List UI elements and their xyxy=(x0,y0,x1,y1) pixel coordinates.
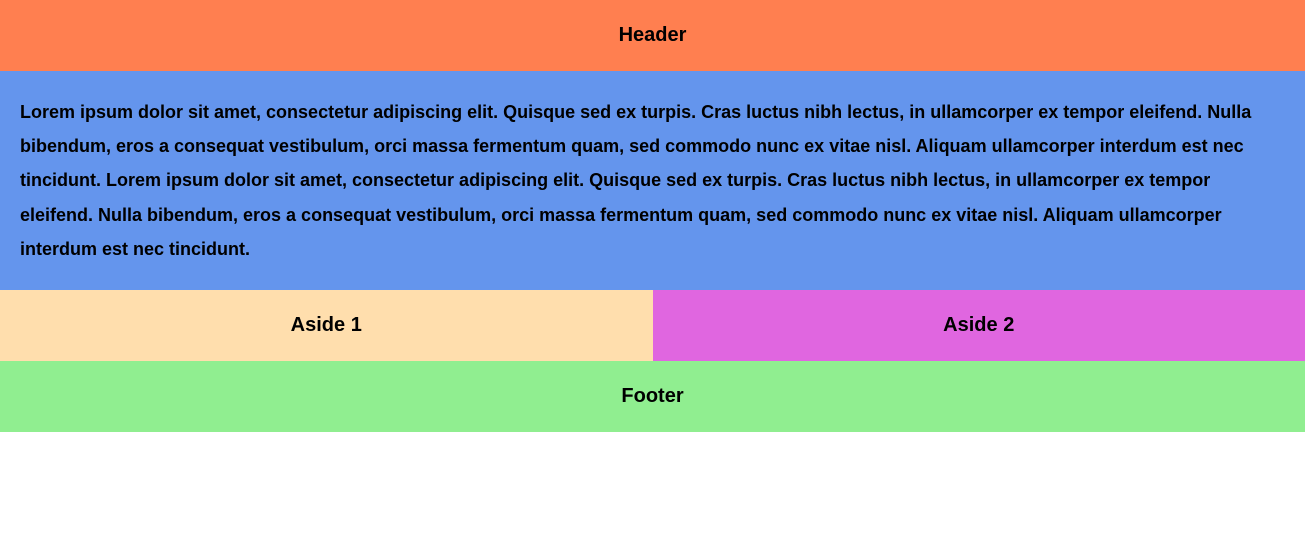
header-section: Header xyxy=(0,0,1305,71)
header-title: Header xyxy=(619,24,687,46)
footer-label: Footer xyxy=(621,385,683,407)
main-content-section: Lorem ipsum dolor sit amet, consectetur … xyxy=(0,71,1305,290)
asides-row: Aside 1 Aside 2 xyxy=(0,290,1305,361)
page-layout: Header Lorem ipsum dolor sit amet, conse… xyxy=(0,0,1305,432)
aside-1-section: Aside 1 xyxy=(0,290,653,361)
aside-2-label: Aside 2 xyxy=(943,314,1014,336)
aside-2-section: Aside 2 xyxy=(653,290,1305,361)
main-content-text: Lorem ipsum dolor sit amet, consectetur … xyxy=(20,102,1251,259)
footer-section: Footer xyxy=(0,361,1305,432)
aside-1-label: Aside 1 xyxy=(291,314,362,336)
